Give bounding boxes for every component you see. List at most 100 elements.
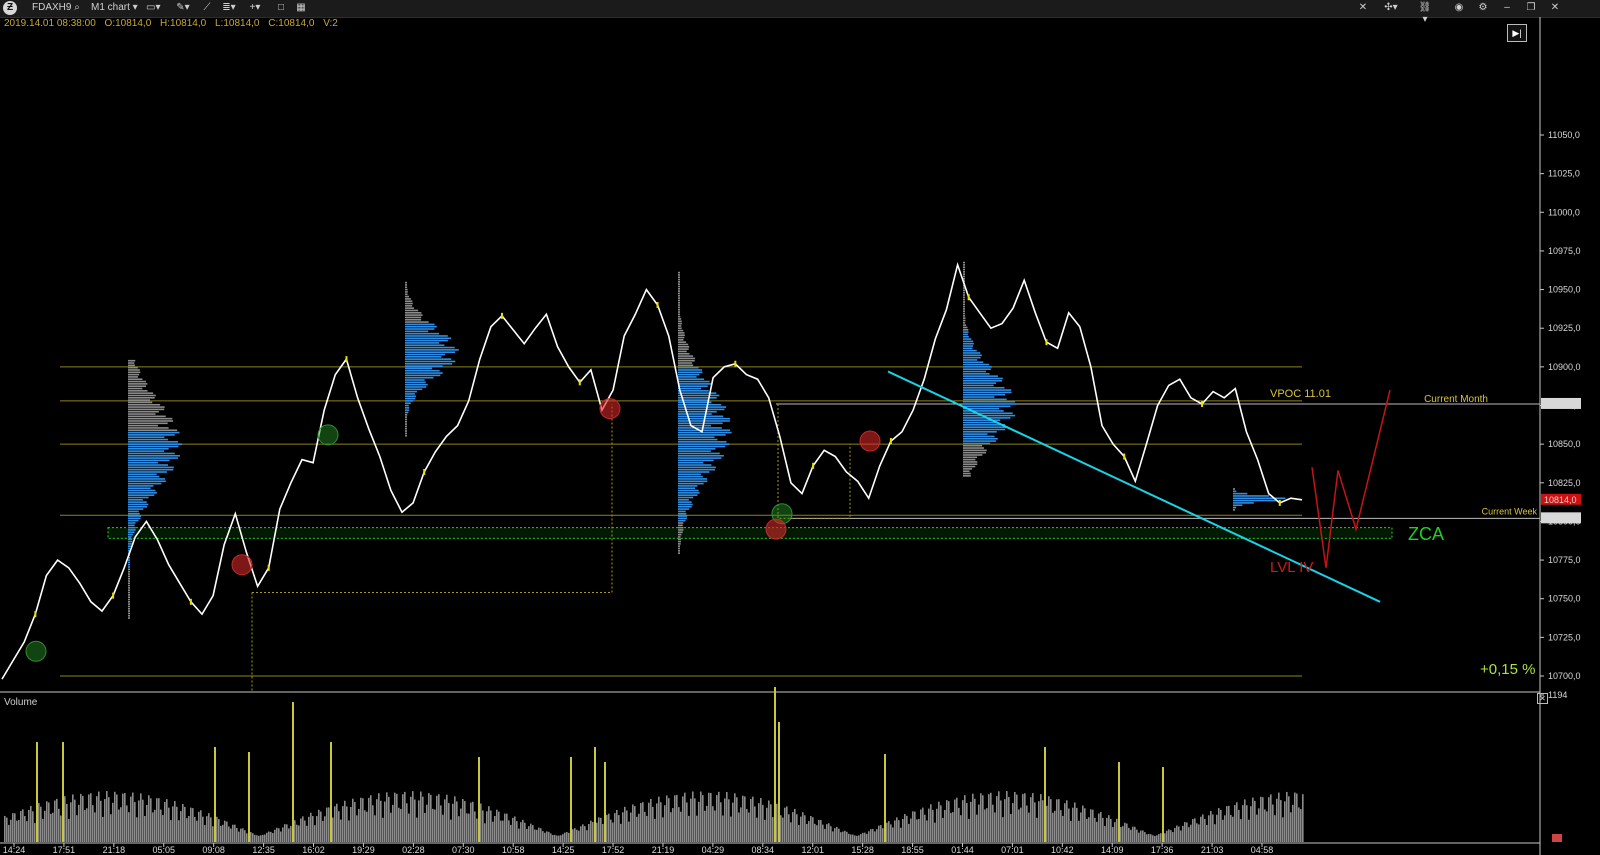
volume-bar	[232, 824, 234, 842]
volume-bar	[616, 809, 618, 842]
volume-bar	[1284, 801, 1286, 842]
profile-bar	[128, 591, 130, 594]
volume-bar	[714, 810, 716, 842]
profile-bar	[128, 371, 141, 374]
volume-bar	[626, 810, 628, 842]
volume-bar	[254, 834, 256, 842]
volume-bar	[624, 806, 626, 842]
volume-bar	[326, 807, 328, 842]
profile-bar	[678, 547, 680, 550]
volume-bar	[92, 805, 94, 842]
profile-bar	[128, 598, 130, 601]
volume-bar	[1176, 825, 1178, 842]
volume-bar	[1232, 816, 1234, 842]
profile-bar	[128, 385, 146, 388]
profile-bar	[963, 442, 991, 445]
volume-bar	[318, 809, 320, 842]
volume-bar	[832, 831, 834, 842]
volume-bar	[674, 795, 676, 842]
x-tick-label: 16:02	[302, 845, 325, 855]
current-week-value: 10803,0	[1544, 513, 1577, 523]
volume-bar	[944, 809, 946, 842]
profile-bar	[678, 322, 682, 325]
volume-bar	[1282, 817, 1284, 842]
volume-bar	[848, 833, 850, 842]
current-month-value: 10875,0	[1544, 399, 1577, 409]
volume-bar	[892, 827, 894, 842]
volume-bar	[882, 828, 884, 842]
volume-bar	[836, 826, 838, 842]
volume-bar	[188, 815, 190, 842]
volume-bar	[1200, 816, 1202, 842]
volume-bar	[442, 814, 444, 842]
volume-bar	[314, 825, 316, 842]
profile-bar	[128, 617, 130, 619]
volume-bar	[638, 813, 640, 842]
profile-bar	[963, 370, 987, 373]
profile-bar	[963, 379, 1003, 382]
volume-bar	[20, 811, 22, 842]
volume-bar	[484, 823, 486, 842]
volume-bar	[100, 800, 102, 842]
volume-bar	[398, 807, 400, 842]
price-chart[interactable]: 11050,0 11025,0 11000,0 10975,0 10950,0 10925…	[0, 0, 1600, 855]
volume-bar	[58, 808, 60, 842]
sell-marker	[859, 430, 881, 452]
profile-bar	[963, 431, 997, 433]
volume-bar	[606, 814, 608, 842]
profile-bar	[405, 339, 448, 342]
profile-bar	[963, 400, 1015, 403]
profile-bar	[405, 300, 413, 302]
volume-bar	[244, 830, 246, 842]
volume-bar	[988, 794, 990, 842]
profile-bar	[963, 403, 1017, 405]
volume-highlight-tick	[1278, 499, 1281, 506]
volume-bar	[1004, 799, 1006, 842]
volume-bar	[82, 795, 84, 842]
volume-bar	[1210, 810, 1212, 842]
volume-bar	[990, 792, 992, 842]
volume-bar	[1198, 824, 1200, 842]
profile-bar	[963, 275, 965, 278]
volume-bar	[658, 796, 660, 842]
profile-bar	[405, 404, 409, 407]
volume-bar	[356, 815, 358, 842]
profile-bar	[963, 454, 983, 456]
volume-bar	[1056, 799, 1058, 842]
volume-close-icon[interactable]: ✕	[1537, 693, 1548, 704]
x-tick-label: 17:36	[1151, 845, 1174, 855]
profile-bar	[128, 359, 136, 362]
volume-bar	[430, 794, 432, 842]
profile-bar	[963, 361, 984, 364]
volume-highlight-tick	[1201, 400, 1203, 407]
profile-bar	[405, 291, 408, 293]
volume-bar	[172, 806, 174, 842]
volume-bar	[662, 817, 664, 842]
profile-bar	[678, 362, 693, 364]
profile-bar	[678, 311, 681, 313]
volume-bar	[596, 822, 598, 842]
volume-bar	[690, 798, 692, 842]
profile-bar	[405, 374, 441, 377]
volume-bar	[1216, 814, 1218, 842]
volume-bar	[1122, 826, 1124, 842]
profile-bar	[963, 470, 970, 473]
profile-bar	[128, 369, 140, 371]
profile-bar	[128, 580, 130, 582]
volume-bar	[920, 809, 922, 842]
volume-bar	[218, 819, 220, 842]
volume-bar	[320, 811, 322, 842]
volume-bar	[94, 812, 96, 842]
volume-bar	[908, 823, 910, 842]
volume-bar	[508, 820, 510, 842]
volume-bar	[872, 829, 874, 842]
x-tick-label: 14:24	[3, 845, 26, 855]
volume-spike-bar	[292, 702, 294, 842]
profile-bar	[128, 387, 143, 390]
volume-bar	[1234, 805, 1236, 842]
profile-bar	[963, 435, 995, 438]
profile-bar	[405, 293, 408, 296]
volume-bar	[1136, 829, 1138, 842]
profile-bar	[963, 463, 978, 466]
volume-bar	[1266, 811, 1268, 842]
